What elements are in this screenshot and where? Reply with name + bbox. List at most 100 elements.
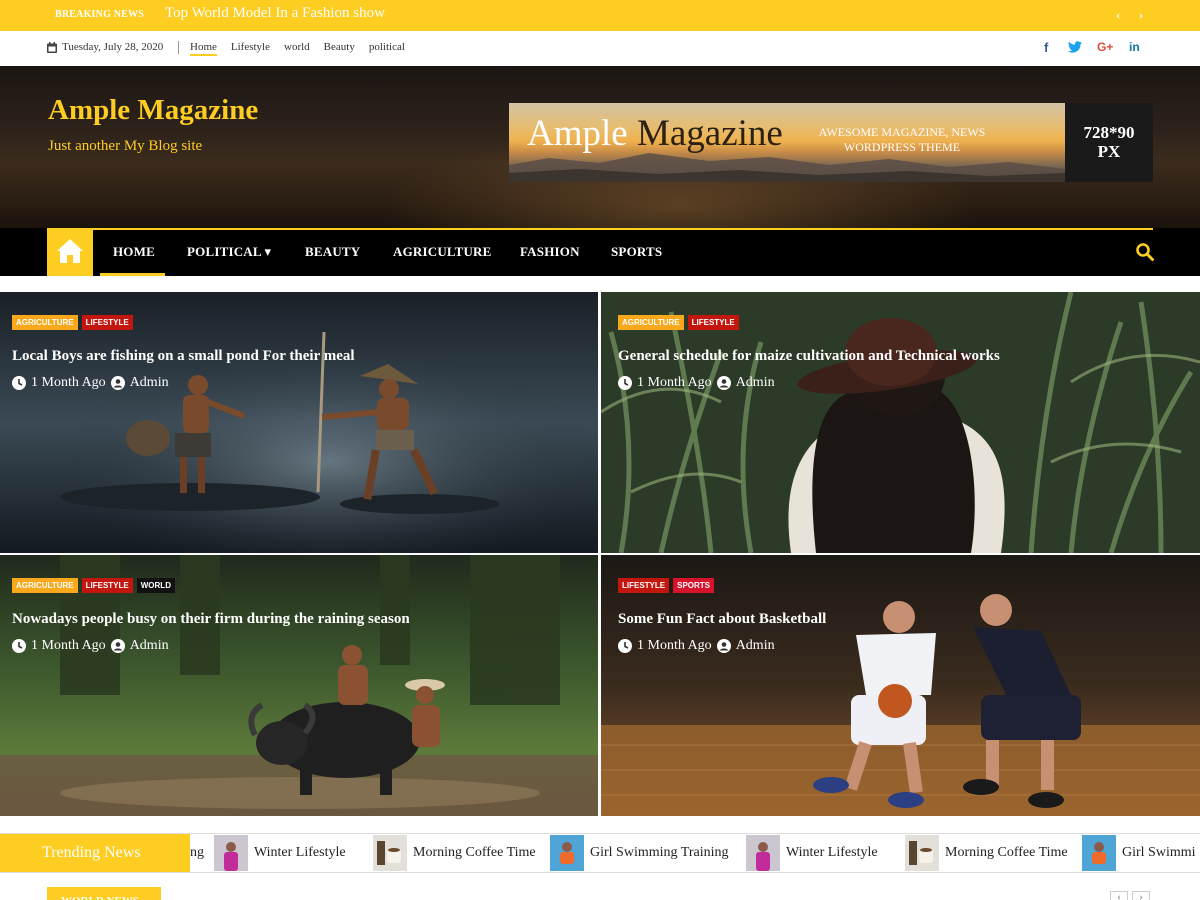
nav-item-political-label: POLITICAL — [187, 244, 262, 259]
category-badge[interactable]: LIFESTYLE — [687, 315, 739, 330]
trending-thumbnail — [214, 835, 248, 871]
current-date: Tuesday, July 28, 2020 — [62, 41, 164, 53]
category-badge[interactable]: AGRICULTURE — [618, 315, 684, 330]
post-meta: 1 Month Ago Admin — [618, 638, 775, 654]
trending-item-title: Winter Lifestyle — [786, 845, 878, 860]
chevron-down-icon: ▾ — [264, 244, 272, 259]
post-title[interactable]: Local Boys are fishing on a small pond F… — [12, 348, 355, 365]
clock-icon — [12, 639, 26, 653]
breaking-news-headline[interactable]: Top World Model In a Fashion show — [165, 5, 385, 22]
trending-item-title: Winter Lifestyle — [254, 845, 346, 860]
site-tagline: Just another My Blog site — [48, 138, 203, 154]
post-author[interactable]: Admin — [130, 638, 169, 654]
trending-thumbnail — [373, 835, 407, 871]
chevron-left-icon[interactable]: ‹ — [1111, 7, 1125, 23]
trending-item-title: Girl Swimmi — [1122, 845, 1196, 860]
clock-icon — [12, 376, 26, 390]
ad-title-dark: Magazine — [636, 113, 783, 154]
nav-item-sports[interactable]: SPORTS — [611, 244, 662, 260]
featured-post[interactable]: AGRICULTURE LIFESTYLE Local Boys are fis… — [0, 292, 598, 553]
ad-subtitle: AWESOME MAGAZINE, NEWS WORDPRESS THEME — [817, 125, 987, 155]
top-link-home[interactable]: Home — [190, 41, 217, 56]
trending-thumbnail — [905, 835, 939, 871]
category-badge[interactable]: LIFESTYLE — [618, 578, 670, 593]
category-badge[interactable]: LIFESTYLE — [81, 315, 133, 330]
post-meta: 1 Month Ago Admin — [12, 375, 169, 391]
top-link-world[interactable]: world — [284, 41, 310, 56]
post-time: 1 Month Ago — [637, 638, 712, 653]
trending-item-title: Girl Swimming Training — [590, 845, 729, 860]
trending-item-title: Morning Coffee Time — [413, 845, 536, 860]
post-author[interactable]: Admin — [130, 375, 169, 391]
trending-item[interactable]: Winter Lifestyle — [746, 834, 878, 872]
nav-item-fashion[interactable]: FASHION — [520, 244, 580, 260]
user-icon — [110, 376, 125, 390]
post-title[interactable]: Nowadays people busy on their firm durin… — [12, 611, 410, 628]
top-links: Home Lifestyle world Beauty political — [190, 41, 405, 56]
trending-item[interactable]: Winter Lifestyle — [214, 834, 346, 872]
ad-subtitle-line: WORDPRESS THEME — [843, 140, 961, 154]
trending-thumbnail — [746, 835, 780, 871]
chevron-right-icon[interactable]: › — [1132, 891, 1150, 900]
nav-item-agriculture[interactable]: AGRICULTURE — [393, 244, 492, 260]
post-categories: AGRICULTURE LIFESTYLE — [618, 315, 739, 330]
post-title[interactable]: General schedule for maize cultivation a… — [618, 348, 1000, 365]
trending-item-title: Morning Coffee Time — [945, 845, 1068, 860]
post-time: 1 Month Ago — [637, 375, 712, 390]
twitter-icon[interactable] — [1068, 41, 1082, 53]
category-badge[interactable]: SPORTS — [673, 578, 715, 593]
nav-item-political[interactable]: POLITICAL ▾ — [187, 244, 271, 260]
trending-thumbnail — [550, 835, 584, 871]
ad-image: Ample Magazine AWESOME MAGAZINE, NEWS WO… — [509, 103, 1065, 182]
category-badge[interactable]: WORLD — [136, 578, 175, 593]
trending-news-ticker: Trending News ng Winter Lifestyle Mornin… — [0, 833, 1200, 873]
trending-item[interactable]: Morning Coffee Time — [373, 834, 536, 872]
home-button[interactable] — [47, 228, 93, 276]
facebook-icon[interactable]: f — [1044, 40, 1048, 55]
featured-post[interactable]: AGRICULTURE LIFESTYLE General schedule f… — [601, 292, 1200, 553]
category-badge[interactable]: AGRICULTURE — [12, 578, 78, 593]
top-link-political[interactable]: political — [369, 41, 405, 56]
top-link-lifestyle[interactable]: Lifestyle — [231, 41, 270, 56]
google-plus-icon[interactable]: G+ — [1097, 40, 1113, 54]
nav-item-home[interactable]: HOME — [113, 244, 155, 260]
nav-accent-line — [47, 228, 1153, 230]
nav-item-beauty[interactable]: BEAUTY — [305, 244, 360, 260]
trending-thumbnail — [1082, 835, 1116, 871]
chevron-right-icon[interactable]: › — [1134, 7, 1148, 23]
top-link-beauty[interactable]: Beauty — [324, 41, 355, 56]
trending-item[interactable]: Girl Swimming Training — [550, 834, 728, 872]
trending-item[interactable]: Morning Coffee Time — [905, 834, 1068, 872]
chevron-left-icon[interactable]: ‹ — [1110, 891, 1128, 900]
section-title-world-news: WORLD NEWS — [47, 887, 161, 900]
site-header: Ample Magazine Just another My Blog site… — [0, 66, 1200, 228]
category-badge[interactable]: AGRICULTURE — [12, 315, 78, 330]
main-navigation: HOME POLITICAL ▾ BEAUTY AGRICULTURE FASH… — [0, 228, 1200, 276]
post-image-maize — [601, 292, 1200, 553]
trending-item[interactable]: Girl Swimmi — [1082, 834, 1196, 872]
post-author[interactable]: Admin — [736, 638, 775, 654]
category-badge[interactable]: LIFESTYLE — [81, 578, 133, 593]
post-author[interactable]: Admin — [736, 375, 775, 391]
post-categories: AGRICULTURE LIFESTYLE — [12, 315, 133, 330]
clock-icon — [618, 639, 632, 653]
ad-size-label: 728*90 PX — [1065, 103, 1153, 182]
post-image-basketball — [601, 555, 1200, 816]
trending-label: Trending News — [0, 834, 190, 872]
top-info-bar: Tuesday, July 28, 2020 Home Lifestyle wo… — [0, 31, 1200, 66]
featured-post[interactable]: LIFESTYLE SPORTS Some Fun Fact about Bas… — [601, 555, 1200, 816]
user-icon — [716, 639, 731, 653]
divider — [178, 41, 179, 54]
trending-track: ng Winter Lifestyle Morning Coffee Time … — [190, 834, 1200, 872]
post-meta: 1 Month Ago Admin — [12, 638, 169, 654]
site-title[interactable]: Ample Magazine — [48, 94, 258, 127]
post-title[interactable]: Some Fun Fact about Basketball — [618, 611, 826, 628]
advertisement-banner[interactable]: Ample Magazine AWESOME MAGAZINE, NEWS WO… — [509, 103, 1153, 182]
trending-item[interactable]: ng — [190, 834, 204, 872]
breaking-news-label: BREAKING NEWS — [55, 9, 145, 20]
linkedin-icon[interactable]: in — [1129, 40, 1140, 54]
calendar-icon — [47, 42, 57, 53]
featured-post[interactable]: AGRICULTURE LIFESTYLE WORLD Nowadays peo… — [0, 555, 598, 816]
search-icon[interactable] — [1135, 242, 1155, 262]
ad-size-unit: PX — [1097, 142, 1121, 161]
